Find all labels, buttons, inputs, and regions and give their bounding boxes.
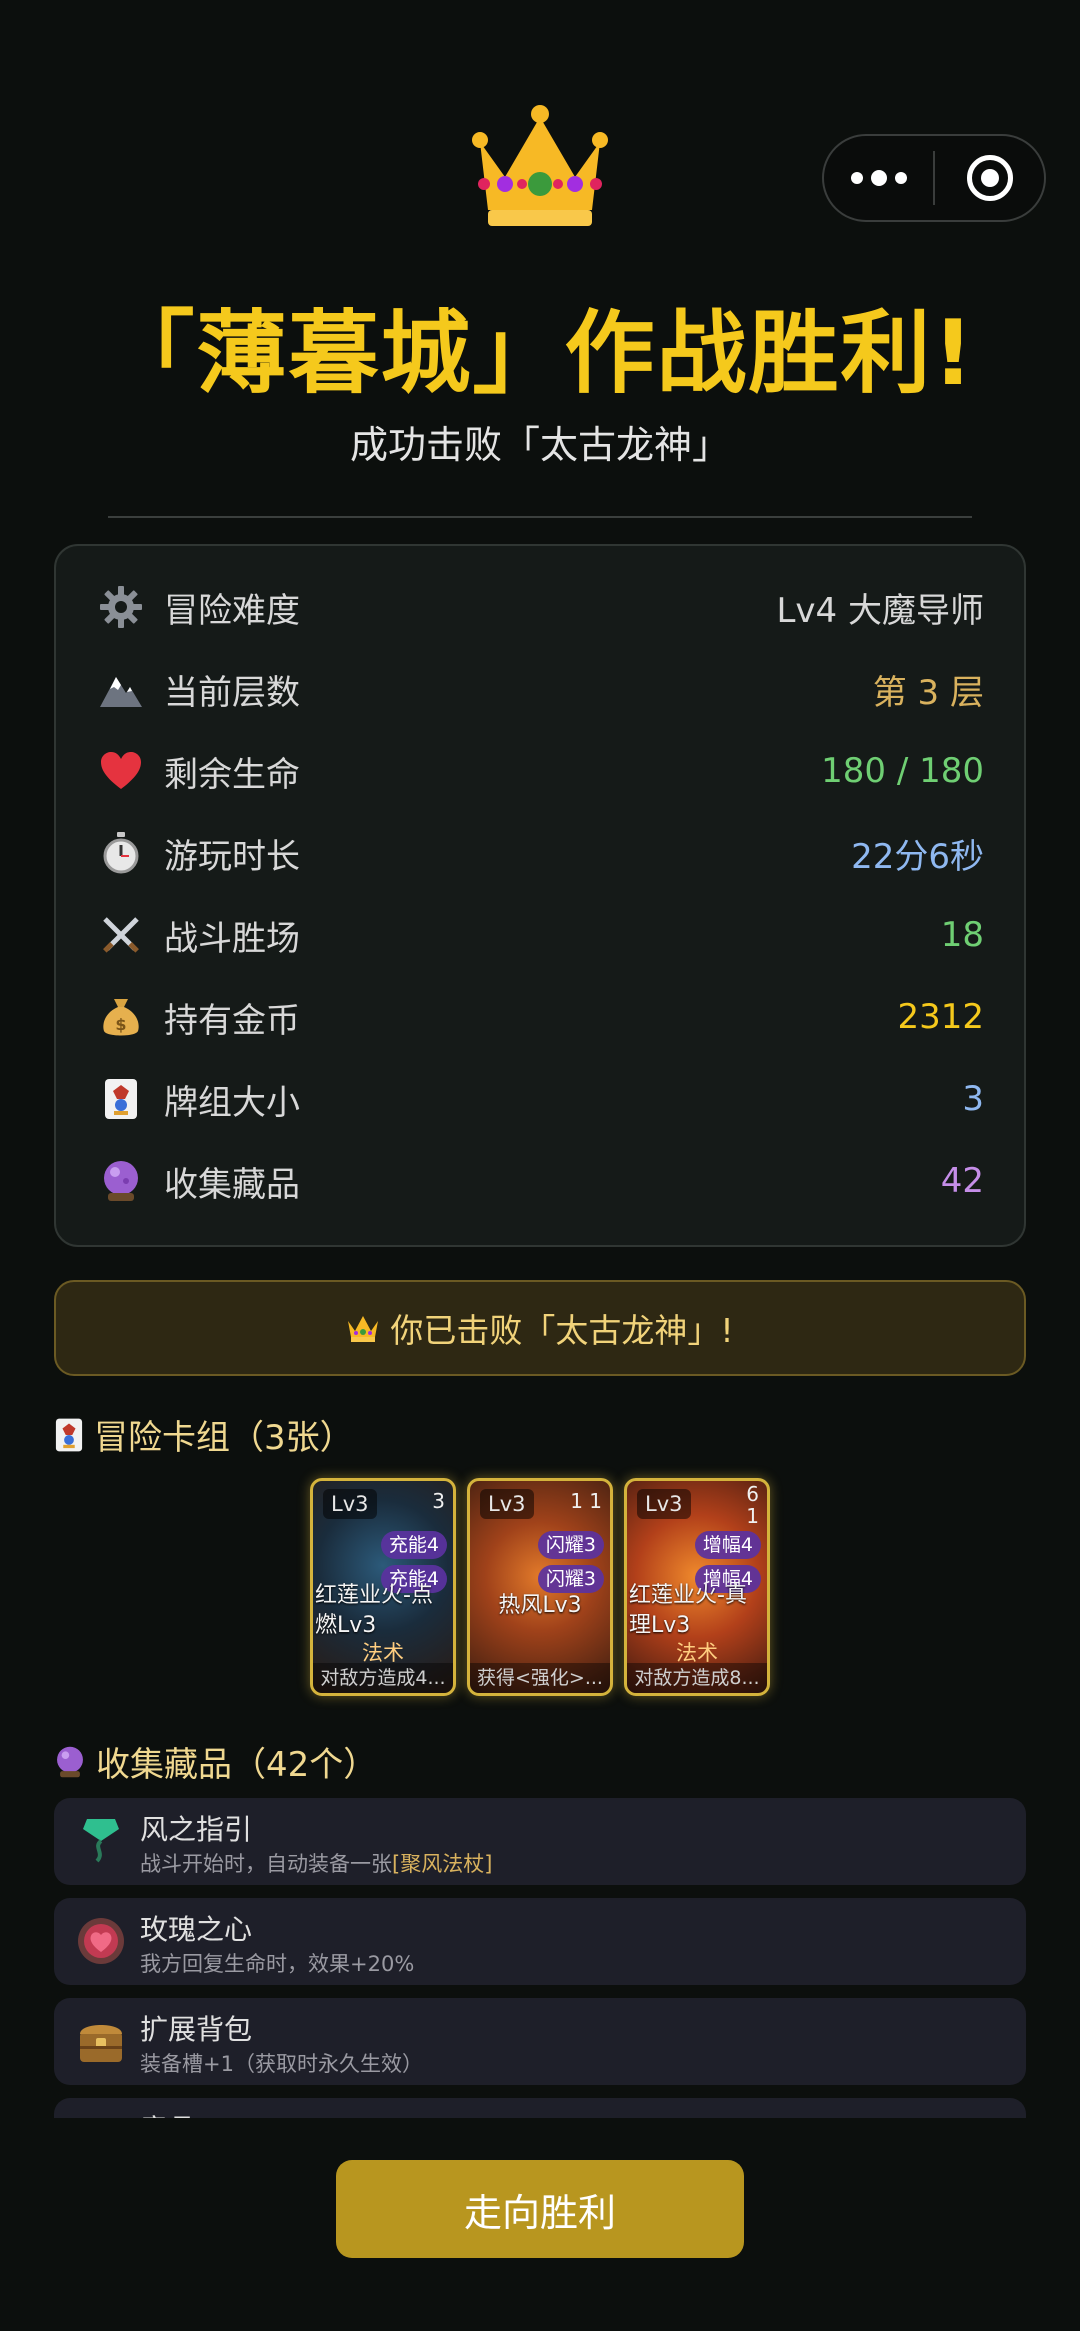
card-level: Lv3 — [480, 1489, 534, 1519]
relic-desc: 战斗开始时，自动装备一张[聚风法杖] — [140, 1852, 493, 1876]
dot-icon — [850, 172, 863, 184]
stopwatch-icon — [96, 828, 146, 878]
deck-title: 冒险卡组（3张） — [94, 1418, 354, 1458]
stat-value: 42 — [940, 1161, 984, 1201]
deck-card[interactable]: Lv3 3 充能4 充能4 红莲业火-点燃Lv3 法术 对敌方造成4... — [310, 1478, 456, 1696]
target-icon — [966, 155, 1013, 201]
relics-title: 收集藏品（42个） — [96, 1745, 378, 1785]
divider — [108, 516, 972, 518]
stat-label: 当前层数 — [164, 672, 300, 713]
crossed-swords-icon — [96, 910, 146, 960]
stat-value: 180 / 180 — [821, 751, 984, 791]
wind-gem-icon — [72, 1812, 130, 1870]
card-desc: 对敌方造成4... — [313, 1663, 453, 1693]
banner-text: 你已击败「太古龙神」! — [390, 1311, 734, 1350]
victory-title: 「薄暮城」作战胜利! — [104, 301, 976, 406]
crystal-ball-icon — [96, 1156, 146, 1206]
card-name: 红莲业火-点燃Lv3 — [315, 1583, 433, 1638]
stat-label: 战斗胜场 — [164, 918, 300, 959]
svg-text:$: $ — [115, 1015, 126, 1034]
stat-row-floor: 当前层数 第 3 层 — [96, 648, 984, 730]
stat-row-hp: 剩余生命 180 / 180 — [96, 730, 984, 812]
stat-label: 冒险难度 — [164, 590, 300, 631]
relic-name: 扩展背包 — [140, 2013, 253, 2046]
crystal-ball-icon — [57, 1746, 83, 1777]
relic-name: 玫瑰之心 — [140, 1913, 253, 1946]
card-name: 热风Lv3 — [498, 1593, 582, 1618]
relic-desc: 装备槽+1（获取时永久生效） — [140, 2052, 423, 2076]
relic-item[interactable]: 风之指引 战斗开始时，自动装备一张[聚风法杖] — [54, 1798, 1026, 1885]
card-tag: 充能4 — [380, 1531, 447, 1559]
stat-label: 持有金币 — [164, 1000, 300, 1041]
stat-value: Lv4 大魔导师 — [776, 590, 984, 631]
stat-label: 牌组大小 — [164, 1082, 300, 1123]
gear-icon — [96, 582, 146, 632]
deck-section-title: 冒险卡组（3张） — [54, 1410, 354, 1459]
card-desc: 获得<强化>... — [470, 1663, 610, 1693]
close-button[interactable] — [935, 136, 1044, 220]
backpack-chest-icon — [72, 2012, 130, 2070]
deck-card[interactable]: Lv3 1 1 闪耀3 闪耀3 热风Lv3 获得<强化>... — [467, 1478, 613, 1696]
dot-icon — [870, 170, 887, 186]
card-name: 红莲业火-真理Lv3 — [629, 1583, 747, 1638]
card-desc: 对敌方造成8... — [627, 1663, 767, 1693]
stat-value: 2312 — [897, 997, 984, 1037]
stat-value: 第 3 层 — [872, 672, 984, 713]
card-tag: 闪耀3 — [537, 1531, 604, 1559]
rose-heart-icon — [72, 1912, 130, 1970]
defeat-boss-banner: 你已击败「太古龙神」! — [54, 1280, 1026, 1376]
money-bag-icon: $ — [96, 992, 146, 1042]
relics-section-title: 收集藏品（42个） — [54, 1737, 377, 1786]
stats-panel: 冒险难度 Lv4 大魔导师 当前层数 第 3 层 剩余生命 180 / 180 … — [54, 544, 1026, 1247]
deck-card[interactable]: Lv3 6 1 增幅4 增幅4 红莲业火-真理Lv3 法术 对敌方造成8... — [624, 1478, 770, 1696]
card-corner-value: 1 1 — [570, 1489, 602, 1513]
joker-card-icon — [96, 1074, 146, 1124]
dot-icon — [894, 172, 907, 184]
relic-name: 风之指引 — [140, 1813, 253, 1846]
relic-item[interactable]: 扩展背包 装备槽+1（获取时永久生效） — [54, 1998, 1026, 2085]
card-tag: 增幅4 — [694, 1531, 761, 1559]
go-to-victory-button[interactable]: 走向胜利 — [336, 2160, 744, 2258]
mountain-icon — [96, 664, 146, 714]
relic-item[interactable]: 玫瑰之心 我方回复生命时，效果+20% — [54, 1898, 1026, 1985]
crown-icon — [348, 1316, 379, 1342]
stat-row-relics: 收集藏品 42 — [96, 1140, 984, 1222]
card-level: Lv3 — [637, 1489, 691, 1519]
stat-value: 18 — [940, 915, 984, 955]
stat-row-deck-size: 牌组大小 3 — [96, 1058, 984, 1140]
card-corner-value: 6 1 — [746, 1482, 759, 1528]
more-button[interactable] — [824, 136, 933, 220]
stat-value: 22分6秒 — [851, 836, 984, 877]
deck-cards: Lv3 3 充能4 充能4 红莲业火-点燃Lv3 法术 对敌方造成4... Lv… — [310, 1478, 770, 1696]
stat-label: 收集藏品 — [164, 1164, 300, 1205]
stat-row-gold: $ 持有金币 2312 — [96, 976, 984, 1058]
stat-row-difficulty: 冒险难度 Lv4 大魔导师 — [96, 566, 984, 648]
heart-icon — [96, 746, 146, 796]
victory-subtitle: 成功击败「太古龙神」 — [349, 423, 730, 467]
relic-desc: 我方回复生命时，效果+20% — [140, 1952, 415, 1976]
card-corner-value: 3 — [432, 1489, 445, 1513]
mini-program-capsule — [822, 134, 1046, 222]
stat-label: 游玩时长 — [164, 836, 300, 877]
card-tag: 闪耀3 — [537, 1565, 604, 1593]
stat-row-playtime: 游玩时长 22分6秒 — [96, 812, 984, 894]
stat-row-wins: 战斗胜场 18 — [96, 894, 984, 976]
joker-card-icon — [55, 1418, 83, 1451]
card-level: Lv3 — [323, 1489, 377, 1519]
stat-label: 剩余生命 — [164, 754, 300, 795]
stat-value: 3 — [962, 1079, 984, 1119]
crown-icon — [472, 105, 608, 226]
